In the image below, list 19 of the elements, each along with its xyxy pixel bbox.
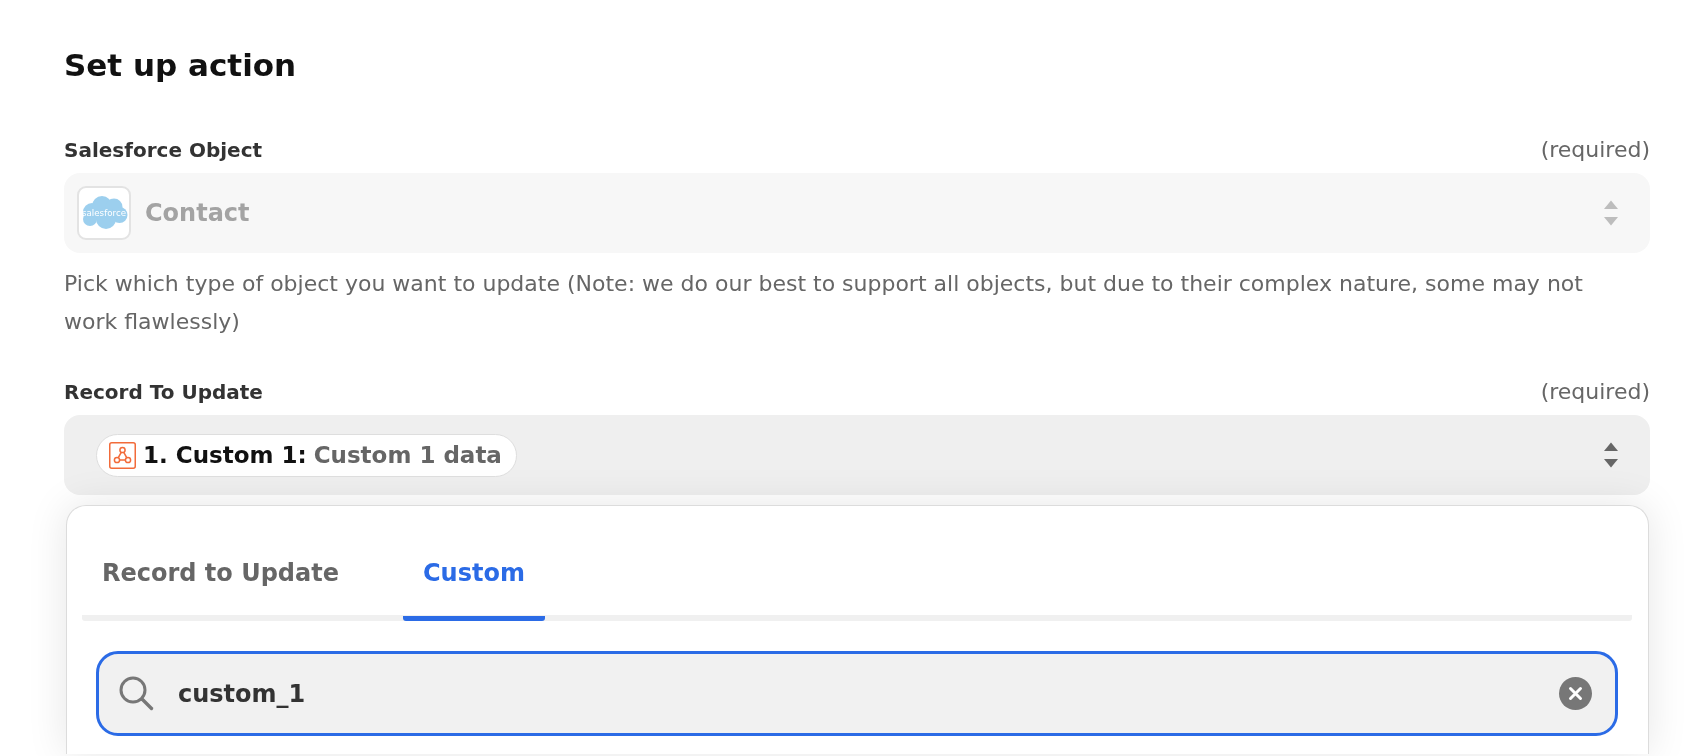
help-text: Pick which type of object you want to update (Note: we do our best to support all objects, but due to their complex nature, some may not work flawlessly)	[64, 270, 1584, 336]
page-title: Set up action	[64, 46, 297, 85]
tab[interactable]: Record to Update	[82, 541, 359, 621]
token-step-label: 1. Custom 1:	[143, 442, 307, 468]
clear-icon[interactable]	[1559, 677, 1592, 710]
required-note: (required)	[1540, 137, 1650, 163]
field-label: Record To Update	[64, 379, 263, 405]
cloud-logo: salesforce	[77, 186, 131, 240]
select-field[interactable]: 1. Custom 1: Custom 1 data	[64, 415, 1650, 495]
tab[interactable]: Custom	[402, 541, 545, 621]
token-value: Custom 1 data	[313, 442, 502, 468]
search-field[interactable]: custom_1	[96, 651, 1618, 736]
selected-value: Contact	[145, 199, 251, 227]
sort-arrows-icon	[1603, 441, 1619, 469]
field-label: Salesforce Object	[64, 137, 263, 163]
node-graph-icon	[109, 441, 136, 469]
required-note: (required)	[1540, 379, 1650, 405]
search-icon	[118, 675, 154, 711]
sort-arrows-icon	[1603, 199, 1619, 227]
